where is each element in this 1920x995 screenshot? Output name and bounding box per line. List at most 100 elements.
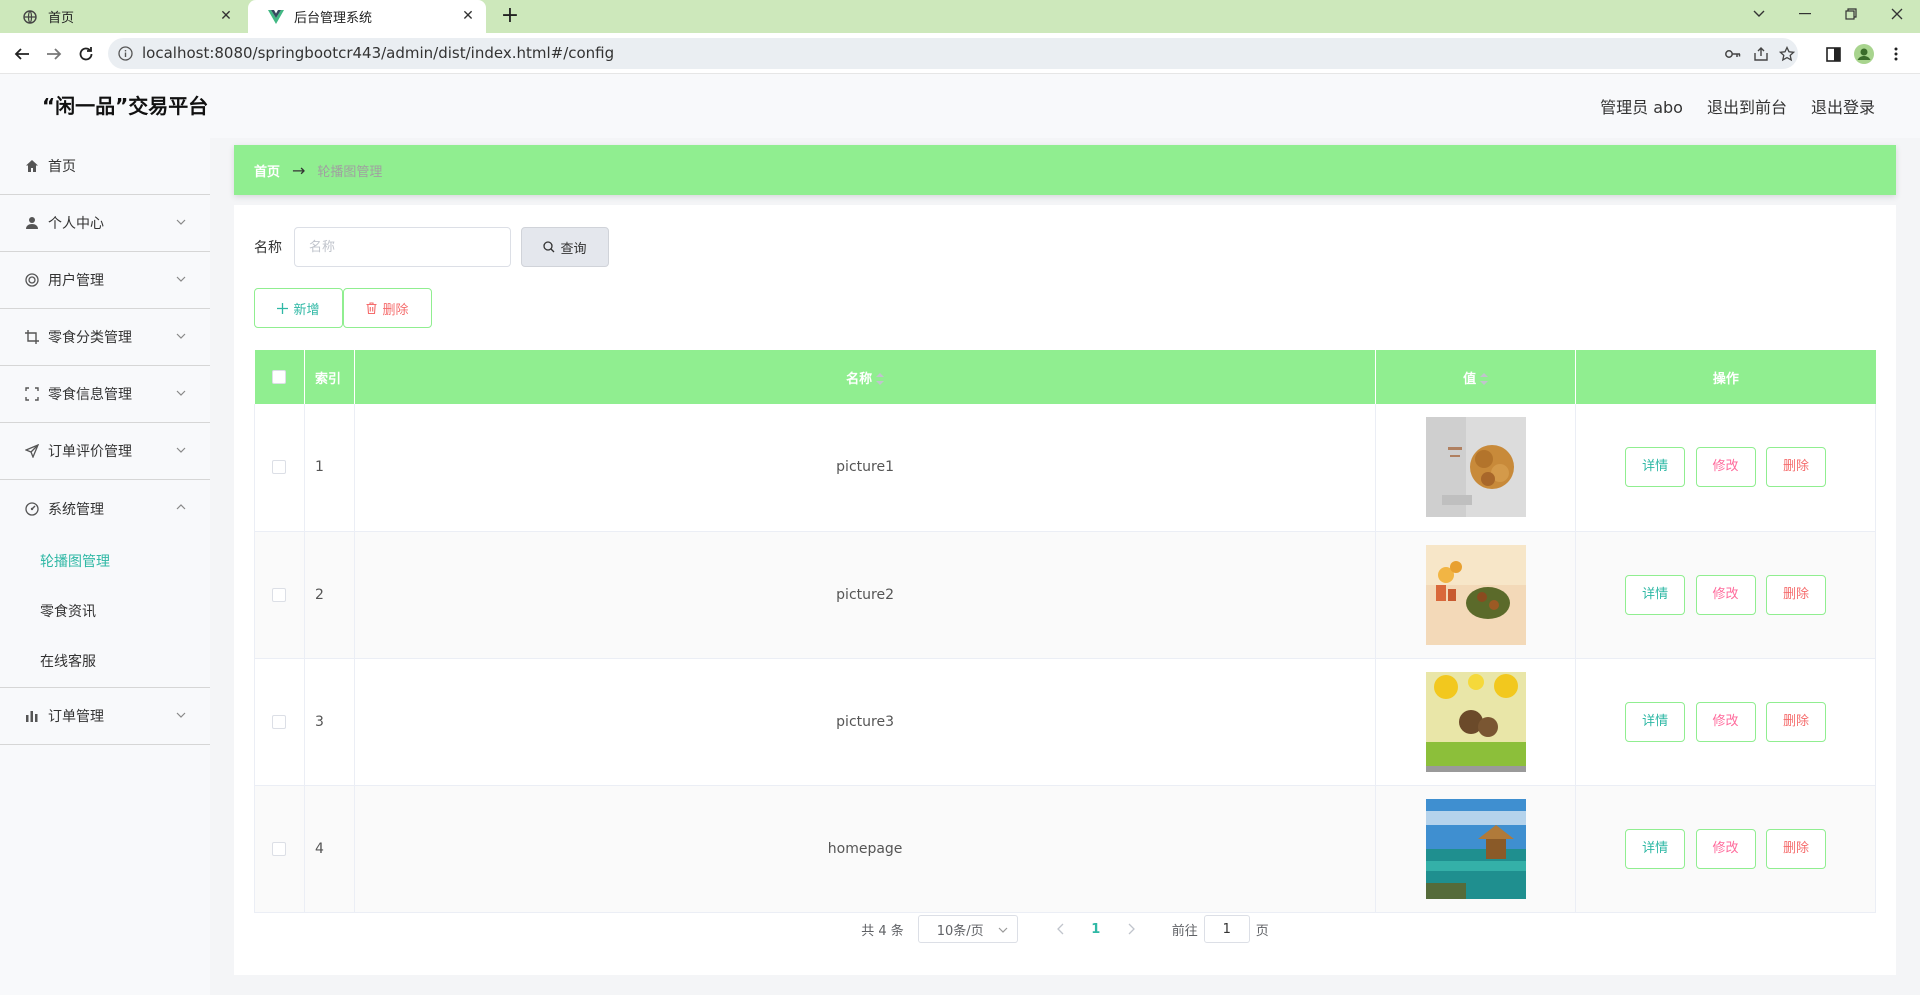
edit-button[interactable]: 修改: [1695, 574, 1756, 615]
minimize-icon[interactable]: [1782, 0, 1828, 28]
beach-hut-image: [1425, 798, 1526, 899]
vue-logo-icon: [268, 9, 284, 25]
table-row: 2 picture2 详情 修改 删除: [254, 531, 1876, 659]
column-header-index: 索引: [304, 350, 355, 404]
query-button[interactable]: 查询: [521, 227, 609, 267]
close-tab-icon[interactable]: ✕: [218, 8, 234, 24]
logout-link[interactable]: 退出登录: [1811, 94, 1875, 118]
column-header-name[interactable]: 名称: [354, 350, 1377, 404]
key-icon[interactable]: [1724, 45, 1742, 63]
query-button-label: 查询: [560, 241, 587, 257]
detail-button[interactable]: 详情: [1625, 574, 1686, 615]
edit-button[interactable]: 修改: [1695, 447, 1756, 488]
reload-icon[interactable]: [74, 42, 98, 66]
detail-button[interactable]: 详情: [1625, 447, 1686, 488]
row-value-cell: [1375, 785, 1577, 913]
sidebar-item-home[interactable]: 首页: [0, 138, 210, 195]
sidebar-subitem-carousel[interactable]: 轮播图管理: [0, 537, 210, 587]
restore-icon[interactable]: [1828, 0, 1874, 28]
next-page-button[interactable]: [1116, 915, 1146, 943]
chevron-down-icon: [176, 447, 186, 453]
sort-caret-icon[interactable]: [876, 373, 885, 385]
row-checkbox[interactable]: [272, 587, 287, 602]
crop-icon: [24, 329, 40, 345]
browser-tab-admin[interactable]: 后台管理系统 ✕: [248, 0, 486, 33]
sidebar-item-snack-info[interactable]: 零食信息管理: [0, 366, 210, 423]
profile-avatar-icon[interactable]: [1854, 44, 1874, 64]
url-text[interactable]: localhost:8080/springbootcr443/admin/dis…: [142, 38, 614, 69]
close-window-icon[interactable]: [1874, 0, 1920, 28]
send-icon: [24, 443, 40, 459]
tab-search-icon[interactable]: [1736, 0, 1782, 28]
page-size-select[interactable]: 10条/页: [917, 915, 1018, 943]
detail-button[interactable]: 详情: [1625, 828, 1686, 869]
row-checkbox[interactable]: [272, 841, 287, 856]
column-header-value[interactable]: 值: [1375, 350, 1577, 404]
chevron-up-icon: [176, 504, 186, 510]
app-header: “闲一品”交易平台 管理员 abo 退出到前台 退出登录: [0, 74, 1920, 138]
add-button[interactable]: 新增: [254, 288, 343, 328]
header-actions: 管理员 abo 退出到前台 退出登录: [1600, 74, 1875, 138]
sidebar-subitem-online-service[interactable]: 在线客服: [0, 637, 210, 687]
delete-button[interactable]: 删除: [1766, 574, 1827, 615]
page-size-value: 10条/页: [936, 923, 984, 939]
sidebar-item-order-management[interactable]: 订单管理: [0, 688, 210, 745]
row-name: picture1: [354, 404, 1377, 532]
side-panel-icon[interactable]: [1823, 44, 1843, 64]
sidebar-item-snack-category[interactable]: 零食分类管理: [0, 309, 210, 366]
breadcrumb-home-link[interactable]: 首页: [254, 161, 280, 180]
chevron-right-icon: [1128, 923, 1135, 935]
new-tab-icon[interactable]: +: [498, 4, 522, 28]
breadcrumb: 首页 → 轮播图管理: [234, 145, 1896, 195]
home-icon: [24, 158, 40, 174]
sidebar-item-system-management[interactable]: 系统管理: [0, 480, 210, 537]
browser-tab-home[interactable]: 首页 ✕: [2, 0, 244, 33]
address-bar[interactable]: localhost:8080/springbootcr443/admin/dis…: [108, 38, 1798, 69]
chevron-down-icon: [176, 712, 186, 718]
content-panel: 名称 查询 新增 删除 索引 名称 值 操作: [234, 205, 1896, 975]
row-value-cell: [1375, 531, 1577, 659]
chevron-left-icon: [1056, 923, 1064, 935]
sidebar-item-label: 用户管理: [48, 273, 104, 289]
chevron-down-icon: [176, 219, 186, 225]
share-icon[interactable]: [1752, 45, 1770, 63]
row-checkbox[interactable]: [272, 714, 287, 729]
info-icon[interactable]: [118, 46, 133, 61]
row-index: 1: [304, 404, 355, 532]
prev-page-button[interactable]: [1046, 915, 1076, 943]
sidebar: 首页 个人中心 用户管理 零食分类管理 零食信息管理 订单评价管理 系统管理 轮…: [0, 138, 210, 995]
batch-delete-button[interactable]: 删除: [343, 288, 432, 328]
sidebar-item-label: 零食分类管理: [48, 330, 132, 346]
row-index: 3: [304, 658, 355, 786]
edit-button[interactable]: 修改: [1695, 701, 1756, 742]
more-menu-icon[interactable]: [1886, 44, 1906, 64]
trash-icon: [366, 302, 377, 314]
row-actions-cell: 详情 修改 删除: [1575, 531, 1876, 659]
row-checkbox[interactable]: [272, 460, 287, 475]
sidebar-item-label: 个人中心: [48, 216, 104, 232]
forward-arrow-icon[interactable]: [42, 42, 66, 66]
goto-unit-label: 页: [1255, 923, 1269, 939]
delete-button[interactable]: 删除: [1766, 701, 1827, 742]
row-actions-cell: 详情 修改 删除: [1575, 404, 1876, 532]
edit-button[interactable]: 修改: [1695, 828, 1756, 869]
goto-page-input[interactable]: [1203, 915, 1250, 943]
close-tab-icon[interactable]: ✕: [460, 8, 476, 24]
fruit-snack-image: [1425, 671, 1526, 772]
delete-button[interactable]: 删除: [1766, 447, 1827, 488]
sort-caret-icon[interactable]: [1480, 373, 1489, 385]
bookmark-star-icon[interactable]: [1778, 45, 1796, 63]
sidebar-item-personal-center[interactable]: 个人中心: [0, 195, 210, 252]
delete-button[interactable]: 删除: [1766, 828, 1827, 869]
back-to-front-link[interactable]: 退出到前台: [1707, 94, 1787, 118]
back-arrow-icon[interactable]: [10, 42, 34, 66]
detail-button[interactable]: 详情: [1625, 701, 1686, 742]
sidebar-item-user-management[interactable]: 用户管理: [0, 252, 210, 309]
row-index: 2: [304, 531, 355, 659]
sidebar-subitem-snack-news[interactable]: 零食资讯: [0, 587, 210, 637]
select-all-checkbox[interactable]: [272, 370, 287, 384]
search-name-input[interactable]: [294, 227, 511, 267]
column-header-actions: 操作: [1575, 350, 1876, 404]
sidebar-item-order-review[interactable]: 订单评价管理: [0, 423, 210, 480]
page-number-current[interactable]: 1: [1076, 915, 1116, 943]
